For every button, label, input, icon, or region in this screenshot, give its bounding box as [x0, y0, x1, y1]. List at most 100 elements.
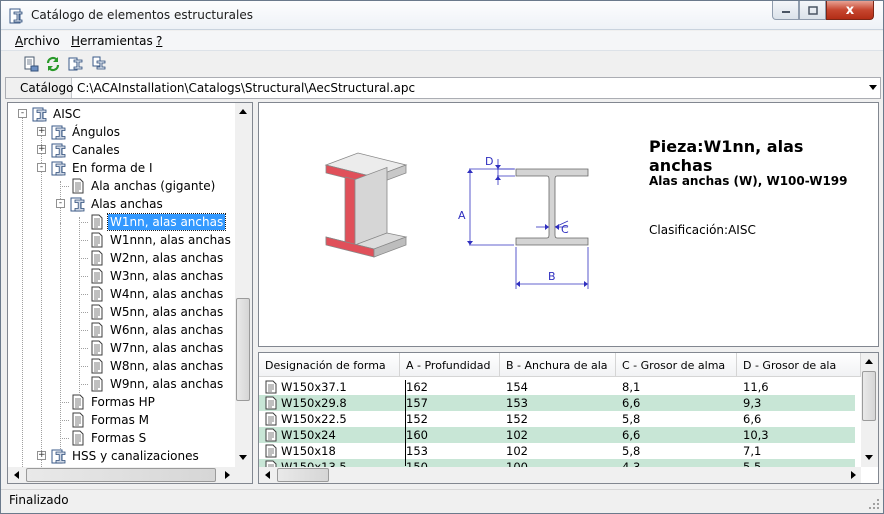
tree-item-label[interactable]: Canales: [70, 142, 122, 158]
tree-item-label[interactable]: Formas HP: [89, 394, 157, 410]
table-cell: 7,1: [743, 444, 762, 458]
scroll-left-button[interactable]: [8, 467, 24, 483]
collapse-icon[interactable]: -: [56, 199, 65, 208]
scroll-down-button[interactable]: [235, 449, 251, 465]
scroll-up-button[interactable]: [235, 103, 251, 119]
column-header[interactable]: B - Anchura de ala: [500, 353, 616, 377]
tree-vertical-scrollbar[interactable]: [235, 103, 252, 467]
tree-item-label[interactable]: AISC: [51, 106, 83, 122]
menu-archivo[interactable]: Archivo: [15, 34, 60, 48]
table-vertical-scrollbar[interactable]: [861, 353, 878, 467]
table-vertical-scroll-thumb[interactable]: [862, 371, 876, 421]
tree-item-label[interactable]: Ángulos: [70, 124, 122, 140]
dropdown-arrow-icon[interactable]: [869, 85, 877, 90]
table-row[interactable]: W150x24 160 102 6,6 10,3: [259, 427, 855, 443]
tree-item[interactable]: HSS y canalizaciones: [50, 447, 201, 465]
table-scroll-down-button[interactable]: [861, 449, 877, 465]
tree-horizontal-scrollbar[interactable]: [8, 467, 235, 483]
collapse-icon[interactable]: -: [37, 163, 46, 172]
tree-item[interactable]: W9nn, alas anchas: [88, 375, 225, 393]
scroll-right-button[interactable]: [219, 467, 235, 483]
tree-item-label[interactable]: W8nn, alas anchas: [108, 358, 225, 374]
chevron-left-icon: [13, 471, 19, 479]
tree-item-label[interactable]: Ala anchas (gigante): [89, 178, 217, 194]
table-horizontal-scrollbar[interactable]: [259, 467, 861, 483]
tree-item-label[interactable]: W9nn, alas anchas: [108, 376, 225, 392]
menu-help[interactable]: ?: [156, 34, 162, 48]
document-icon: [88, 357, 106, 375]
menu-herramientas[interactable]: Herramientas: [71, 34, 153, 48]
table-scroll-right-button[interactable]: [845, 467, 861, 483]
open-catalog-button[interactable]: [21, 54, 41, 74]
table-row[interactable]: W150x22.5 152 152 5,8 6,6: [259, 411, 855, 427]
tree-item[interactable]: Formas HP: [69, 393, 157, 411]
chevron-right-icon: [224, 471, 230, 479]
tree-item[interactable]: Alas anchas: [69, 195, 165, 213]
column-header[interactable]: Designación de forma: [259, 353, 400, 377]
resize-grip-icon[interactable]: [868, 498, 880, 510]
tree-item-label[interactable]: W3nn, alas anchas: [108, 268, 225, 284]
maximize-button[interactable]: [799, 1, 826, 20]
title-bar[interactable]: Catálogo de elementos estructurales x: [1, 1, 883, 30]
tree-item[interactable]: Canales: [50, 141, 122, 159]
column-header[interactable]: C - Grosor de alma: [616, 353, 737, 377]
close-button[interactable]: x: [826, 1, 874, 20]
tree-item[interactable]: W1nnn, alas anchas: [88, 231, 233, 249]
piece-title: Pieza:W1nn, alas anchas: [649, 137, 804, 175]
tree-item[interactable]: W3nn, alas anchas: [88, 267, 225, 285]
expand-icon[interactable]: +: [37, 127, 46, 136]
catalog-properties-button[interactable]: [91, 54, 111, 74]
table-row[interactable]: W150x18 153 102 5,8 7,1: [259, 443, 855, 459]
tree-horizontal-scroll-thumb[interactable]: [26, 468, 216, 482]
column-header[interactable]: A - Profundidad: [400, 353, 500, 377]
tree-item-label[interactable]: W1nn, alas anchas: [106, 213, 227, 231]
tree-item-label[interactable]: Formas S: [89, 430, 148, 446]
refresh-button[interactable]: [43, 54, 63, 74]
catalog-path-value[interactable]: C:\ACAInstallation\Catalogs\Structural\A…: [77, 81, 415, 95]
tree-item[interactable]: AISC: [31, 105, 83, 123]
chevron-down-icon: [865, 454, 873, 460]
tree-item-label[interactable]: Alas anchas: [89, 196, 165, 212]
tree-item-label[interactable]: En forma de I: [70, 160, 155, 176]
tree-item[interactable]: W2nn, alas anchas: [88, 249, 225, 267]
table-row[interactable]: W150x37.1 162 154 8,1 11,6: [259, 379, 855, 395]
tree-item-label[interactable]: W6nn, alas anchas: [108, 322, 225, 338]
minimize-button[interactable]: [772, 1, 799, 20]
tree-item-label[interactable]: W2nn, alas anchas: [108, 250, 225, 266]
tree-item[interactable]: W1nn, alas anchas: [88, 213, 227, 231]
catalog-path-combobox[interactable]: Catálogo C:\ACAInstallation\Catalogs\Str…: [5, 77, 881, 99]
tree-item-label[interactable]: W4nn, alas anchas: [108, 286, 225, 302]
collapse-icon[interactable]: -: [18, 109, 27, 118]
tree-vertical-scroll-thumb[interactable]: [236, 298, 250, 401]
table-horizontal-scroll-thumb[interactable]: [277, 468, 329, 482]
tree-item[interactable]: W7nn, alas anchas: [88, 339, 225, 357]
table-scroll-left-button[interactable]: [259, 467, 275, 483]
tree-item[interactable]: W4nn, alas anchas: [88, 285, 225, 303]
table-scroll-up-button[interactable]: [861, 353, 877, 369]
tree-item[interactable]: En forma de I: [50, 159, 155, 177]
tree-item[interactable]: Ángulos: [50, 123, 122, 141]
catalog-tree[interactable]: - AISC + Ángulos + Canales - En forma de I Ala a…: [7, 102, 253, 484]
tree-item-label[interactable]: Formas M: [89, 412, 151, 428]
tree-item-label[interactable]: W7nn, alas anchas: [108, 340, 225, 356]
tree-item[interactable]: W6nn, alas anchas: [88, 321, 225, 339]
tree-item[interactable]: Ala anchas (gigante): [69, 177, 217, 195]
tree-item-label[interactable]: W5nn, alas anchas: [108, 304, 225, 320]
catalog-view-button[interactable]: [67, 54, 87, 74]
catalog-view-icon: [68, 57, 83, 71]
document-icon: [265, 380, 277, 394]
column-header[interactable]: D - Grosor de ala: [737, 353, 861, 377]
expand-icon[interactable]: +: [37, 451, 46, 460]
table-row[interactable]: W150x29.8 157 153 6,6 9,3: [259, 395, 855, 411]
isometric-i-beam: [324, 152, 408, 258]
tree-item-label[interactable]: W1nnn, alas anchas: [108, 232, 233, 248]
tree-item[interactable]: Formas M: [69, 411, 151, 429]
preview-pane: A D C B Pieza:W1nn, alas anchas Alas anc…: [258, 102, 879, 347]
expand-icon[interactable]: +: [37, 145, 46, 154]
table-cell: 6,6: [622, 396, 641, 410]
tree-item[interactable]: W5nn, alas anchas: [88, 303, 225, 321]
tree-item-label[interactable]: HSS y canalizaciones: [70, 448, 201, 464]
shape-data-table[interactable]: Designación de forma A - Profundidad B - A…: [258, 352, 879, 484]
tree-item[interactable]: Formas S: [69, 429, 148, 447]
tree-item[interactable]: W8nn, alas anchas: [88, 357, 225, 375]
